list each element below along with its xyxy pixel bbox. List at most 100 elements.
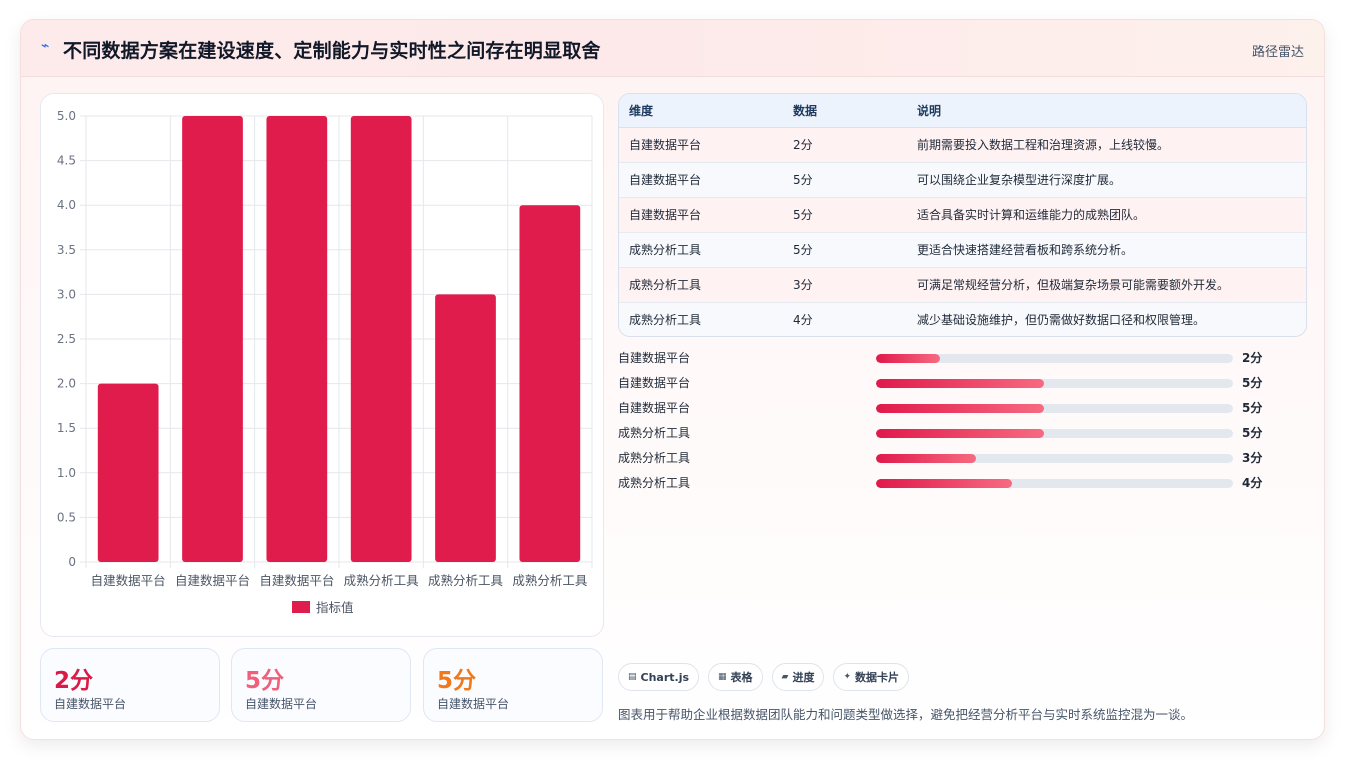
progress-label: 成熟分析工具 xyxy=(618,426,691,440)
card-icon: ✦ xyxy=(843,672,852,682)
bar-chart-panel: 0 0.5 1.0 1.5 2.0 2.5 3.0 3.5 4.0 4.5 5.0 自建数据平台 自建数… xyxy=(40,93,604,637)
chip-chartjs[interactable]: ▤ Chart.js xyxy=(618,663,700,691)
bar xyxy=(266,116,328,562)
x-tick-label: 自建数据平台 xyxy=(91,573,166,588)
table-header-row: 维度 数据 说明 xyxy=(619,94,1306,128)
table-cell: 成熟分析工具 xyxy=(619,232,783,268)
stat-card: 5分 自建数据平台 xyxy=(231,648,411,722)
table-cell: 可以围绕企业复杂模型进行深度扩展。 xyxy=(907,162,1306,198)
dashboard-card: ⌁ 不同数据方案在建设速度、定制能力与实时性之间存在明显取舍 路径雷达 0 0.5… xyxy=(20,19,1325,740)
chip-label: Chart.js xyxy=(640,670,690,684)
y-tick-label: 3.0 xyxy=(57,287,76,301)
progress-fill xyxy=(876,454,976,463)
progress-fill xyxy=(876,404,1044,413)
tech-chips: ▤ Chart.js ▦ 表格 ▰ 进度 ✦ 数据卡片 xyxy=(618,663,910,691)
legend-swatch xyxy=(292,601,310,613)
progress-label: 自建数据平台 xyxy=(618,376,691,390)
table-cell: 自建数据平台 xyxy=(619,162,783,198)
header-bar: ⌁ 不同数据方案在建设速度、定制能力与实时性之间存在明显取舍 路径雷达 xyxy=(21,20,1324,77)
stat-label: 自建数据平台 xyxy=(437,697,510,711)
stat-card: 5分 自建数据平台 xyxy=(423,648,603,722)
progress-track xyxy=(876,479,1233,488)
progress-fill xyxy=(876,479,1012,488)
header-tag: 路径雷达 xyxy=(1251,45,1304,60)
progress-fill xyxy=(876,379,1044,388)
column-header: 说明 xyxy=(907,94,1306,128)
bar xyxy=(435,294,496,562)
x-tick-label: 自建数据平台 xyxy=(259,573,334,588)
progress-track xyxy=(876,379,1233,388)
table-cell: 适合具备实时计算和运维能力的成熟团队。 xyxy=(907,197,1306,233)
data-table: 维度 数据 说明 自建数据平台 2分 前期需要投入数据工程和治理资源，上线较慢。… xyxy=(618,93,1307,337)
table-icon: ▦ xyxy=(718,672,727,682)
table-cell: 4分 xyxy=(793,313,813,328)
column-header: 维度 xyxy=(619,94,783,128)
progress-row: 自建数据平台 5分 xyxy=(618,370,1278,395)
chip-label: 表格 xyxy=(730,671,753,684)
progress-icon: ▰ xyxy=(781,672,789,682)
progress-row: 自建数据平台 5分 xyxy=(618,395,1278,420)
progress-track xyxy=(876,354,1233,363)
progress-track xyxy=(876,454,1233,463)
stat-value: 5分 xyxy=(437,668,477,694)
table-row: 自建数据平台 5分 可以围绕企业复杂模型进行深度扩展。 xyxy=(619,162,1306,198)
table-row: 成熟分析工具 5分 更适合快速搭建经营看板和跨系统分析。 xyxy=(619,232,1306,268)
progress-value: 3分 xyxy=(1242,451,1263,465)
stat-label: 自建数据平台 xyxy=(54,697,127,711)
x-tick-label: 成熟分析工具 xyxy=(512,573,588,588)
stat-value: 2分 xyxy=(54,668,94,694)
legend-label: 指标值 xyxy=(316,600,354,615)
progress-row: 成熟分析工具 3分 xyxy=(618,445,1278,470)
progress-row: 成熟分析工具 4分 xyxy=(618,470,1278,495)
y-tick-label: 5.0 xyxy=(57,109,76,123)
table-row: 成熟分析工具 4分 减少基础设施维护，但仍需做好数据口径和权限管理。 xyxy=(619,302,1306,336)
table-cell: 更适合快速搭建经营看板和跨系统分析。 xyxy=(907,232,1306,268)
table-cell: 成熟分析工具 xyxy=(629,313,702,328)
progress-row: 自建数据平台 2分 xyxy=(618,345,1278,370)
line-chart-icon: ⌁ xyxy=(41,38,50,54)
table-cell: 前期需要投入数据工程和治理资源，上线较慢。 xyxy=(907,127,1306,163)
table-cell: 5分 xyxy=(783,162,907,198)
progress-track xyxy=(876,429,1233,438)
y-tick-label: 4.5 xyxy=(57,154,76,168)
y-tick-label: 2.5 xyxy=(57,332,76,346)
chip-data-card[interactable]: ✦ 数据卡片 xyxy=(833,663,910,691)
chip-table[interactable]: ▦ 表格 xyxy=(708,663,763,691)
progress-value: 5分 xyxy=(1242,401,1263,415)
table-cell: 自建数据平台 xyxy=(619,197,783,233)
table-cell: 减少基础设施维护，但仍需做好数据口径和权限管理。 xyxy=(917,313,1206,328)
progress-list: 自建数据平台 2分 自建数据平台 5分 自建数据平台 5分 成熟分析工具 5分 … xyxy=(618,345,1278,495)
column-header: 数据 xyxy=(783,94,907,128)
table-cell: 成熟分析工具 xyxy=(619,267,783,303)
page-title: 不同数据方案在建设速度、定制能力与实时性之间存在明显取舍 xyxy=(63,40,601,62)
stat-value: 5分 xyxy=(245,668,285,694)
table-cell: 5分 xyxy=(783,197,907,233)
bar xyxy=(97,383,159,562)
table-row: 自建数据平台 5分 适合具备实时计算和运维能力的成熟团队。 xyxy=(619,197,1306,233)
stat-label: 自建数据平台 xyxy=(245,697,318,711)
table-cell: 可满足常规经营分析，但极端复杂场景可能需要额外开发。 xyxy=(907,267,1306,303)
y-tick-label: 4.0 xyxy=(57,198,76,212)
table-cell: 3分 xyxy=(783,267,907,303)
y-tick-label: 0 xyxy=(68,555,76,569)
progress-value: 4分 xyxy=(1242,476,1263,490)
bar xyxy=(350,116,412,562)
table-row: 成熟分析工具 3分 可满足常规经营分析，但极端复杂场景可能需要额外开发。 xyxy=(619,267,1306,303)
bar xyxy=(519,205,581,562)
progress-label: 成熟分析工具 xyxy=(618,476,691,490)
bar xyxy=(182,116,243,562)
bar-chart: 00.51.01.52.02.53.03.54.04.55.0自建数据平台 自建数… xyxy=(57,109,593,615)
table-cell: 自建数据平台 xyxy=(619,127,783,163)
x-tick-label: 自建数据平台 xyxy=(175,573,250,588)
table-cell: 5分 xyxy=(783,232,907,268)
chart-icon: ▤ xyxy=(628,672,637,682)
stat-card: 2分 自建数据平台 xyxy=(40,648,220,722)
table-row: 自建数据平台 2分 前期需要投入数据工程和治理资源，上线较慢。 xyxy=(619,127,1306,163)
progress-label: 自建数据平台 xyxy=(618,351,691,365)
chip-progress[interactable]: ▰ 进度 xyxy=(771,663,825,691)
table-cell: 2分 xyxy=(783,127,907,163)
progress-fill xyxy=(876,354,941,363)
progress-label: 成熟分析工具 xyxy=(618,451,691,465)
x-tick-label: 成熟分析工具 xyxy=(344,573,420,588)
progress-label: 自建数据平台 xyxy=(618,401,691,415)
